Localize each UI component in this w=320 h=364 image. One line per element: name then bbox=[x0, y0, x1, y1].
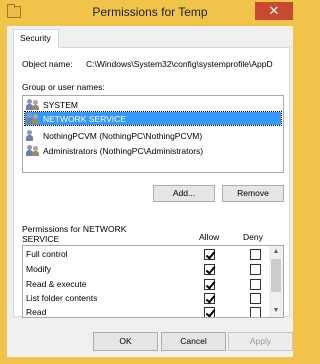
allow-checkbox[interactable] bbox=[204, 279, 215, 290]
user-name: Administrators (NothingPC\Administrators… bbox=[43, 145, 204, 156]
allow-checkbox[interactable] bbox=[204, 307, 215, 317]
permission-row: Read & execute bbox=[23, 277, 268, 292]
cancel-button[interactable]: Cancel bbox=[161, 332, 226, 351]
permissions-scrollbar[interactable]: ▲ ▼ bbox=[269, 246, 283, 317]
add-button[interactable]: Add... bbox=[153, 185, 215, 202]
deny-checkbox[interactable] bbox=[250, 293, 261, 304]
deny-checkbox[interactable] bbox=[250, 307, 261, 317]
ok-button[interactable]: OK bbox=[93, 332, 158, 351]
list-item-nothingpcvm[interactable]: NothingPCVM (NothingPC\NothingPCVM) bbox=[25, 129, 281, 142]
permission-name: Read bbox=[26, 307, 47, 317]
permission-row: List folder contents bbox=[23, 291, 268, 306]
user-name: NETWORK SERVICE bbox=[43, 113, 126, 124]
allow-column-header: Allow bbox=[199, 232, 220, 242]
allow-checkbox[interactable] bbox=[204, 249, 215, 260]
allow-checkbox[interactable] bbox=[204, 293, 215, 304]
permissions-label: Permissions for NETWORK SERVICE bbox=[22, 224, 127, 244]
deny-checkbox[interactable] bbox=[250, 264, 261, 275]
permission-name: List folder contents bbox=[26, 293, 98, 303]
security-panel: Object name: C:\Windows\System32\config\… bbox=[13, 47, 290, 318]
permission-name: Full control bbox=[26, 249, 68, 259]
permission-row: Read bbox=[23, 305, 268, 317]
user-name: NothingPCVM (NothingPC\NothingPCVM) bbox=[43, 130, 203, 141]
list-item-system[interactable]: SYSTEM bbox=[25, 98, 281, 111]
group-names-label: Group or user names: bbox=[22, 82, 105, 92]
apply-button[interactable]: Apply bbox=[228, 332, 293, 351]
scroll-down-arrow-icon[interactable]: ▼ bbox=[269, 305, 283, 317]
permission-name: Read & execute bbox=[26, 279, 87, 289]
remove-button[interactable]: Remove bbox=[222, 185, 284, 202]
users-icon bbox=[26, 145, 40, 156]
deny-checkbox[interactable] bbox=[250, 249, 261, 260]
dialog-client: Security Object name: C:\Windows\System3… bbox=[7, 26, 293, 357]
users-icon bbox=[26, 113, 40, 124]
list-item-network-service[interactable]: NETWORK SERVICE bbox=[24, 111, 282, 126]
close-button[interactable]: ✕ bbox=[255, 2, 293, 20]
user-name: SYSTEM bbox=[43, 99, 78, 110]
object-name-label: Object name: bbox=[22, 59, 73, 69]
permission-row: Modify bbox=[23, 262, 268, 277]
permission-name: Modify bbox=[26, 264, 52, 274]
users-icon bbox=[26, 99, 40, 110]
group-user-list[interactable]: SYSTEM NETWORK SERVICE NothingPCVM (Noth… bbox=[22, 95, 284, 173]
object-name-value: C:\Windows\System32\config\systemprofile… bbox=[86, 59, 273, 69]
title-bar[interactable]: Permissions for Temp ✕ bbox=[0, 0, 300, 26]
permission-row: Full control bbox=[23, 247, 268, 262]
scrollbar-thumb[interactable] bbox=[271, 259, 281, 292]
list-item-administrators[interactable]: Administrators (NothingPC\Administrators… bbox=[25, 144, 281, 157]
user-icon bbox=[26, 130, 40, 141]
permissions-dialog: Permissions for Temp ✕ Security Object n… bbox=[0, 0, 300, 364]
tab-security[interactable]: Security bbox=[13, 29, 59, 48]
permissions-list[interactable]: Full control Modify Read & execute List … bbox=[22, 245, 284, 318]
scroll-up-arrow-icon[interactable]: ▲ bbox=[269, 246, 283, 258]
deny-checkbox[interactable] bbox=[250, 279, 261, 290]
allow-checkbox[interactable] bbox=[204, 264, 215, 275]
deny-column-header: Deny bbox=[243, 232, 263, 242]
